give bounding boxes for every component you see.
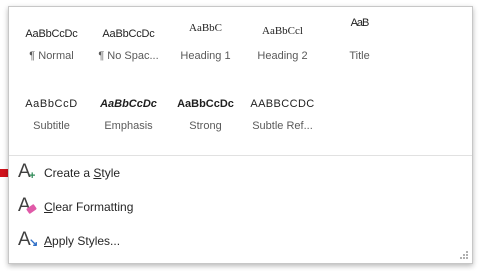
styles-gallery-dropdown: AaBbCcDc ¶ Normal AaBbCcDc ¶ No Spac... … — [8, 6, 473, 264]
style-name: Heading 1 — [180, 50, 231, 62]
style-sample: AaBbCcDc — [177, 98, 234, 110]
style-sample: AaBbCcDc — [100, 98, 157, 110]
style-tile-normal[interactable]: AaBbCcDc ¶ Normal — [13, 7, 90, 69]
style-name: Emphasis — [104, 120, 153, 132]
clear-formatting-icon: A — [15, 196, 37, 218]
menu-separator — [9, 155, 472, 156]
style-name: ¶ Normal — [29, 50, 74, 62]
style-sample: AaB — [350, 17, 370, 29]
clear-formatting-menu-item[interactable]: A Clear Formatting — [15, 194, 345, 220]
style-tile-subtitle[interactable]: AaBbCcD Subtitle — [13, 77, 90, 139]
style-tile-strong[interactable]: AaBbCcDc Strong — [167, 77, 244, 139]
create-a-style-menu-item[interactable]: A + Create a Style — [15, 160, 345, 186]
style-tile-heading-2[interactable]: AaBbCcl Heading 2 — [244, 7, 321, 69]
styles-gallery: AaBbCcDc ¶ Normal AaBbCcDc ¶ No Spac... … — [9, 7, 472, 151]
style-tile-subtle-reference[interactable]: AABBCCDC Subtle Ref... — [244, 77, 321, 139]
style-name: ¶ No Spac... — [98, 50, 159, 62]
create-style-icon: A + — [18, 161, 36, 182]
style-sample: AaBbCcDc — [25, 28, 78, 40]
style-name: Subtitle — [33, 120, 70, 132]
apply-styles-label: Apply Styles... — [44, 234, 121, 248]
style-name: Subtle Ref... — [252, 120, 313, 132]
style-name: Strong — [189, 120, 222, 132]
style-tile-emphasis[interactable]: AaBbCcDc Emphasis — [90, 77, 167, 139]
apply-styles-icon: A ↘ — [18, 229, 39, 250]
apply-styles-menu-item[interactable]: A ↘ Apply Styles... — [15, 228, 345, 254]
style-name: Title — [349, 50, 370, 62]
style-tile-no-spacing[interactable]: AaBbCcDc ¶ No Spac... — [90, 7, 167, 69]
clear-formatting-label: Clear Formatting — [44, 200, 134, 214]
resize-grip-icon[interactable] — [460, 251, 468, 259]
style-sample: AABBCCDC — [250, 98, 315, 110]
style-sample: AaBbC — [189, 22, 222, 34]
style-name: Heading 2 — [257, 50, 308, 62]
create-a-style-label: Create a Style — [44, 166, 121, 180]
style-sample: AaBbCcl — [262, 25, 303, 37]
style-tile-title[interactable]: AaB Title — [321, 7, 398, 69]
style-tile-heading-1[interactable]: AaBbC Heading 1 — [167, 7, 244, 69]
style-sample: AaBbCcDc — [102, 28, 155, 40]
style-sample: AaBbCcD — [25, 98, 78, 110]
